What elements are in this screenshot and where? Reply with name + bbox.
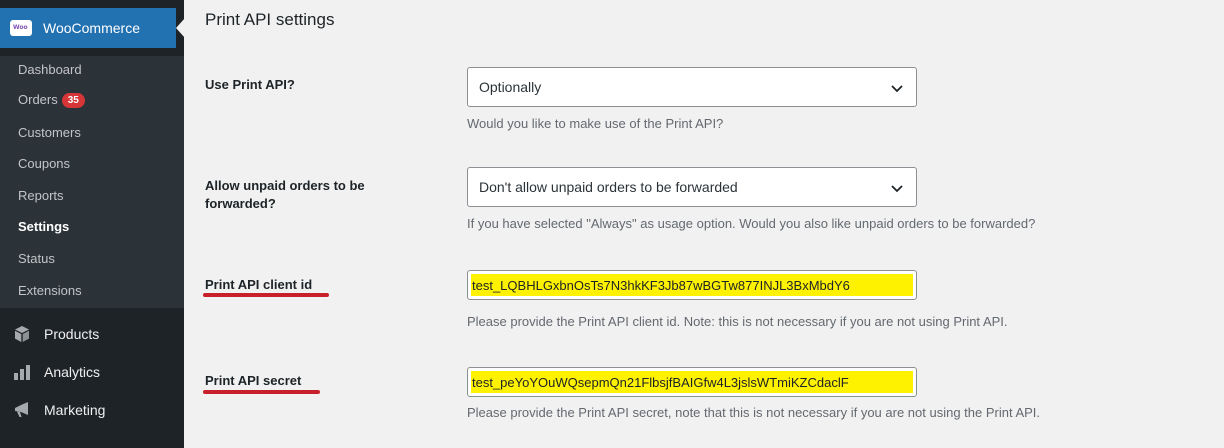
use-print-api-select[interactable]: Optionally bbox=[467, 67, 917, 107]
api-secret-label: Print API secret bbox=[205, 373, 302, 388]
allow-unpaid-orders-label: Allow unpaid orders to be forwarded? bbox=[205, 178, 365, 211]
use-print-api-label: Use Print API? bbox=[205, 77, 295, 92]
submenu-item-reports[interactable]: Reports bbox=[18, 188, 64, 203]
woocommerce-icon: Woo bbox=[10, 20, 32, 36]
admin-sidebar: Woo WooCommerce Dashboard Orders 35 Custo… bbox=[0, 0, 185, 448]
chevron-down-icon bbox=[891, 185, 903, 193]
products-icon bbox=[12, 324, 32, 344]
sidebar-item-woocommerce[interactable]: Woo WooCommerce bbox=[0, 8, 176, 48]
sidebar-item-products[interactable]: Products bbox=[0, 315, 184, 353]
annotation-underline bbox=[203, 293, 329, 297]
api-secret-description: Please provide the Print API secret, not… bbox=[467, 405, 1041, 420]
allow-unpaid-orders-description: If you have selected "Always" as usage o… bbox=[467, 216, 1036, 231]
marketing-icon bbox=[12, 400, 32, 420]
submenu-item-extensions[interactable]: Extensions bbox=[18, 283, 82, 298]
submenu-item-settings[interactable]: Settings bbox=[18, 219, 69, 234]
use-print-api-description: Would you like to make use of the Print … bbox=[467, 116, 724, 131]
submenu-item-status[interactable]: Status bbox=[18, 251, 55, 266]
analytics-icon bbox=[12, 362, 32, 382]
client-id-description: Please provide the Print API client id. … bbox=[467, 314, 1008, 329]
sidebar-item-marketing[interactable]: Marketing bbox=[0, 391, 184, 429]
sidebar-item-label: WooCommerce bbox=[43, 20, 140, 36]
api-secret-field[interactable] bbox=[467, 367, 917, 397]
submenu-item-coupons[interactable]: Coupons bbox=[18, 156, 70, 171]
submenu-item-customers[interactable]: Customers bbox=[18, 125, 81, 140]
submenu-item-orders[interactable]: Orders 35 bbox=[18, 92, 85, 108]
orders-count-badge: 35 bbox=[61, 93, 85, 108]
client-id-input[interactable] bbox=[468, 271, 916, 299]
use-print-api-value: Optionally bbox=[479, 79, 542, 95]
annotation-underline bbox=[203, 390, 320, 394]
chevron-down-icon bbox=[891, 85, 903, 93]
api-secret-input[interactable] bbox=[468, 368, 916, 396]
page-title: Print API settings bbox=[205, 10, 335, 29]
woocommerce-submenu: Dashboard Orders 35 Customers Coupons Rep… bbox=[0, 56, 184, 308]
client-id-field[interactable] bbox=[467, 270, 917, 300]
allow-unpaid-orders-select[interactable]: Don't allow unpaid orders to be forwarde… bbox=[467, 167, 917, 207]
active-pointer-arrow bbox=[176, 18, 185, 38]
allow-unpaid-orders-value: Don't allow unpaid orders to be forwarde… bbox=[479, 179, 738, 195]
submenu-item-dashboard[interactable]: Dashboard bbox=[18, 62, 82, 77]
client-id-label: Print API client id bbox=[205, 277, 313, 292]
sidebar-item-analytics[interactable]: Analytics bbox=[0, 353, 184, 391]
